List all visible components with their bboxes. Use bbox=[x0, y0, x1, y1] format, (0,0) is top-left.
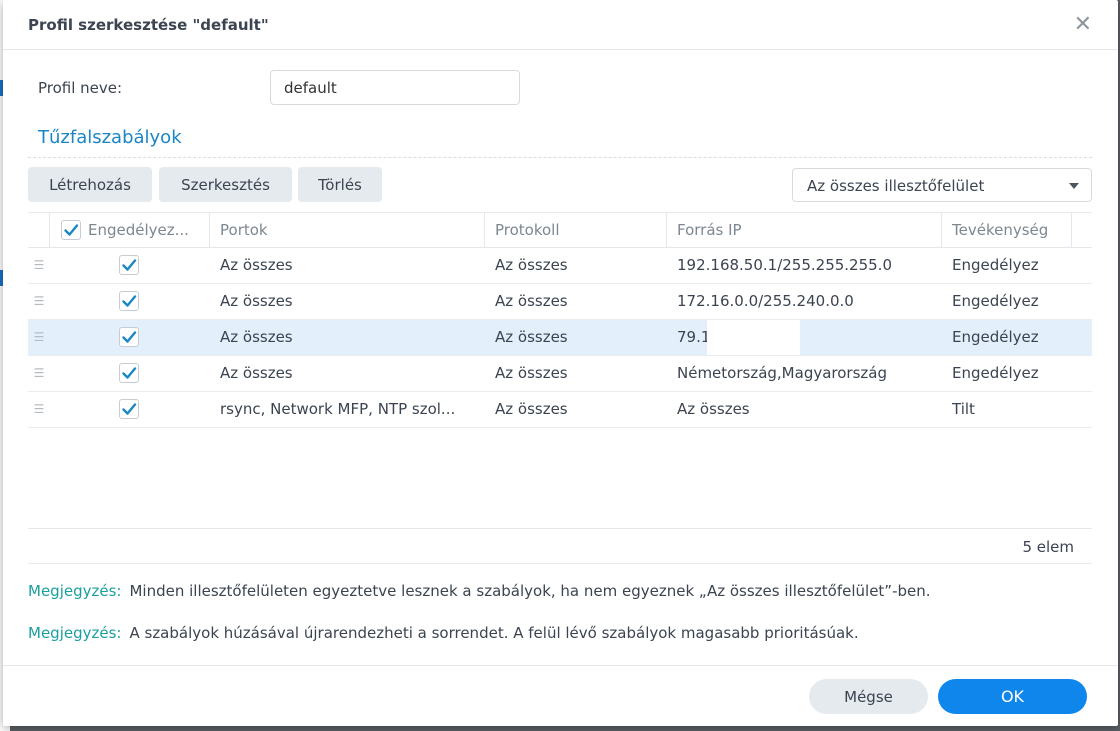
note-key: Megjegyzés: bbox=[28, 624, 122, 642]
drag-handle-icon[interactable]: ☰ bbox=[28, 356, 50, 391]
enable-cell bbox=[50, 392, 210, 427]
action-cell: Engedélyez bbox=[952, 256, 1039, 274]
note-text: A szabályok húzásával újrarendezheti a s… bbox=[129, 624, 859, 642]
header-enable[interactable]: Engedélyez... bbox=[50, 213, 210, 248]
header-protocol[interactable]: Protokoll bbox=[485, 213, 667, 248]
check-icon bbox=[122, 295, 137, 307]
source-ip-cell: 172.16.0.0/255.240.0.0 bbox=[677, 292, 854, 310]
profile-name-input[interactable] bbox=[270, 70, 520, 105]
header-source-ip[interactable]: Forrás IP bbox=[667, 213, 942, 248]
ports-cell: rsync, Network MFP, NTP szol... bbox=[220, 400, 456, 418]
header-action[interactable]: Tevékenység bbox=[942, 213, 1072, 248]
ports-cell: Az összes bbox=[220, 292, 293, 310]
rule-enabled-checkbox[interactable] bbox=[119, 363, 139, 383]
rules-table: Engedélyez... Portok Protokoll Forrás IP… bbox=[28, 212, 1092, 529]
dialog-title: Profil szerkesztése "default" bbox=[28, 16, 269, 34]
select-all-checkbox[interactable] bbox=[61, 220, 81, 240]
rule-enabled-checkbox[interactable] bbox=[119, 291, 139, 311]
table-header: Engedélyez... Portok Protokoll Forrás IP… bbox=[28, 212, 1092, 248]
check-icon bbox=[122, 259, 137, 271]
chevron-down-icon bbox=[1069, 183, 1079, 189]
header-enable-label: Engedélyez... bbox=[88, 221, 189, 239]
rule-enabled-checkbox[interactable] bbox=[119, 255, 139, 275]
enable-cell bbox=[50, 320, 210, 355]
source-ip-cell: 192.168.50.1/255.255.255.0 bbox=[677, 256, 892, 274]
ports-cell: Az összes bbox=[220, 364, 293, 382]
ports-cell: Az összes bbox=[220, 328, 293, 346]
check-icon bbox=[122, 367, 137, 379]
interface-select-value: Az összes illesztőfelület bbox=[807, 177, 985, 195]
header-ports[interactable]: Portok bbox=[210, 213, 485, 248]
drag-handle-icon[interactable]: ☰ bbox=[28, 392, 50, 427]
protocol-cell: Az összes bbox=[495, 256, 568, 274]
note-reorder: Megjegyzés: A szabályok húzásával újraren… bbox=[28, 624, 859, 642]
table-footer-divider bbox=[28, 563, 1092, 564]
enable-cell bbox=[50, 356, 210, 391]
action-cell: Engedélyez bbox=[952, 328, 1039, 346]
header-drag-column bbox=[28, 213, 50, 248]
redaction-box bbox=[707, 320, 800, 355]
protocol-cell: Az összes bbox=[495, 328, 568, 346]
table-row-selected[interactable]: ☰ Az összes Az összes 79.1 Engedélyez bbox=[28, 320, 1092, 356]
dialog-titlebar: Profil szerkesztése "default" ✕ bbox=[3, 0, 1118, 50]
source-ip-cell: Az összes bbox=[677, 400, 750, 418]
protocol-cell: Az összes bbox=[495, 292, 568, 310]
table-row[interactable]: ☰ Az összes Az összes 192.168.50.1/255.2… bbox=[28, 248, 1092, 284]
protocol-cell: Az összes bbox=[495, 400, 568, 418]
dialog-footer: Mégse OK bbox=[3, 665, 1118, 726]
ports-cell: Az összes bbox=[220, 256, 293, 274]
note-text: Minden illesztőfelületen egyeztetve lesz… bbox=[129, 582, 931, 600]
table-row[interactable]: ☰ Az összes Az összes Németország,Magyar… bbox=[28, 356, 1092, 392]
section-divider bbox=[28, 157, 1092, 158]
enable-cell bbox=[50, 248, 210, 283]
note-interfaces: Megjegyzés: Minden illesztőfelületen egye… bbox=[28, 582, 931, 600]
profile-name-label: Profil neve: bbox=[38, 79, 123, 97]
action-cell: Tilt bbox=[952, 400, 975, 418]
rule-enabled-checkbox[interactable] bbox=[119, 327, 139, 347]
enable-cell bbox=[50, 284, 210, 319]
close-icon[interactable]: ✕ bbox=[1074, 12, 1092, 38]
interface-select[interactable]: Az összes illesztőfelület bbox=[792, 168, 1092, 202]
ok-button[interactable]: OK bbox=[938, 679, 1087, 714]
drag-handle-icon[interactable]: ☰ bbox=[28, 284, 50, 319]
drag-handle-icon[interactable]: ☰ bbox=[28, 248, 50, 283]
firewall-rules-title: Tűzfalszabályok bbox=[38, 127, 182, 148]
note-key: Megjegyzés: bbox=[28, 582, 122, 600]
protocol-cell: Az összes bbox=[495, 364, 568, 382]
check-icon bbox=[122, 403, 137, 415]
action-cell: Engedélyez bbox=[952, 364, 1039, 382]
action-cell: Engedélyez bbox=[952, 292, 1039, 310]
edit-button[interactable]: Szerkesztés bbox=[159, 167, 292, 202]
drag-handle-icon[interactable]: ☰ bbox=[28, 320, 50, 355]
rule-enabled-checkbox[interactable] bbox=[119, 399, 139, 419]
table-row[interactable]: ☰ rsync, Network MFP, NTP szol... Az öss… bbox=[28, 392, 1092, 428]
cancel-button[interactable]: Mégse bbox=[809, 679, 928, 714]
edit-profile-dialog: Profil szerkesztése "default" ✕ Profil n… bbox=[3, 0, 1118, 726]
check-icon bbox=[64, 224, 79, 236]
create-button[interactable]: Létrehozás bbox=[28, 167, 152, 202]
delete-button[interactable]: Törlés bbox=[298, 167, 382, 202]
source-ip-cell: Németország,Magyarország bbox=[677, 364, 887, 382]
check-icon bbox=[122, 331, 137, 343]
item-count: 5 elem bbox=[1022, 538, 1074, 556]
table-row[interactable]: ☰ Az összes Az összes 172.16.0.0/255.240… bbox=[28, 284, 1092, 320]
